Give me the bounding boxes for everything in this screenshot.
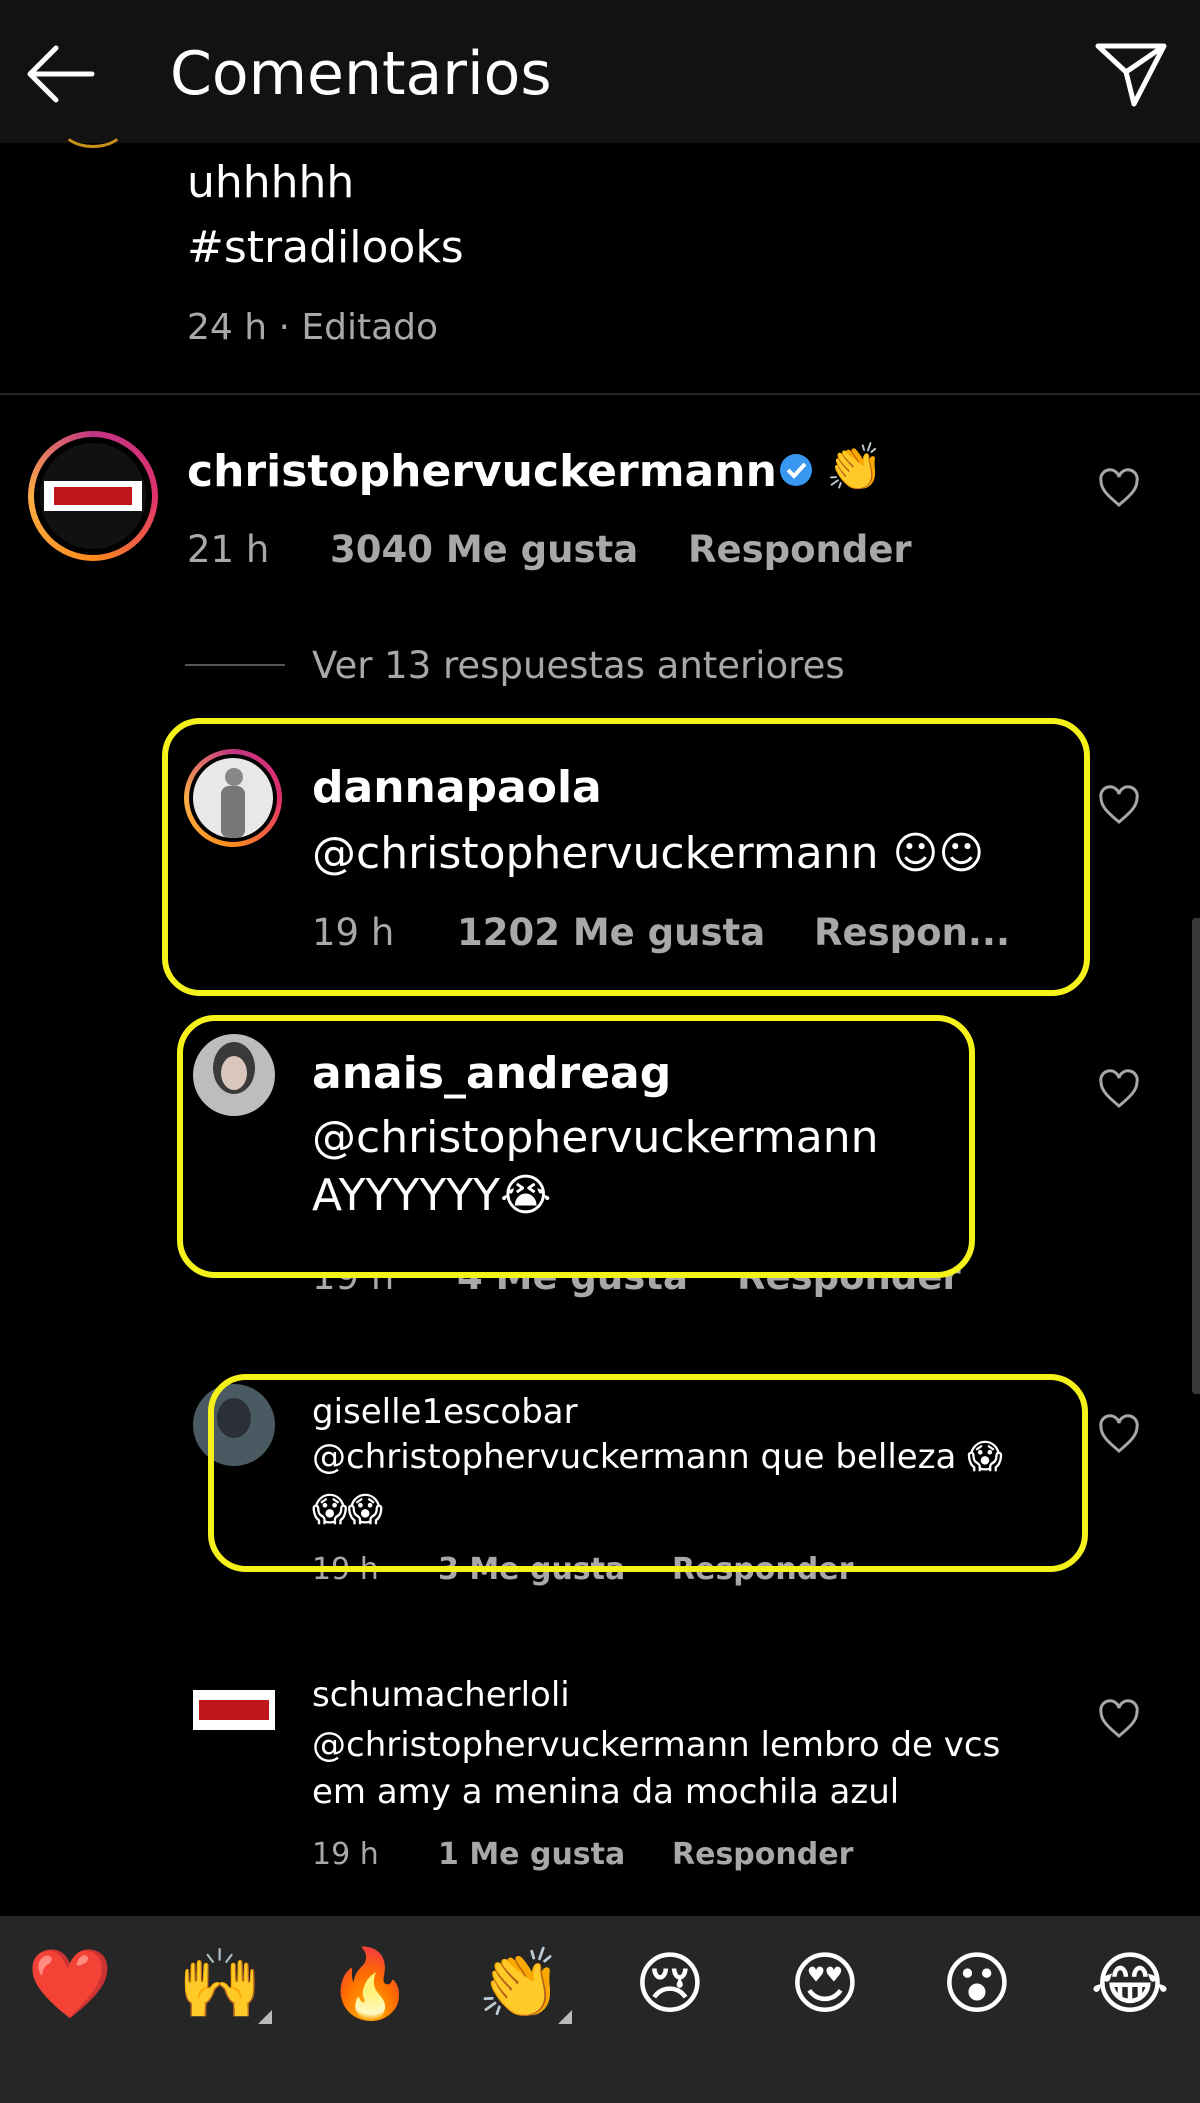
direct-message-send-icon[interactable]	[1090, 36, 1170, 112]
avatar[interactable]	[193, 1690, 275, 1730]
like-heart-icon[interactable]	[1097, 1698, 1141, 1742]
heart-emoji-button[interactable]: ❤️	[15, 1940, 125, 2030]
caption-hashtag[interactable]: #stradilooks	[187, 222, 464, 273]
like-heart-icon[interactable]	[1097, 784, 1141, 828]
caption-meta: 24 h · Editado	[187, 307, 439, 348]
caption-text-line: uhhhhh	[187, 157, 355, 208]
comment-likes[interactable]: 3040 Me gusta	[330, 528, 638, 571]
avatar	[40, 443, 146, 549]
back-arrow-icon[interactable]	[22, 38, 102, 110]
page-title: Comentarios	[170, 39, 552, 109]
avatar[interactable]	[193, 1034, 275, 1116]
avatar-story-ring[interactable]	[28, 431, 158, 561]
view-previous-replies[interactable]: Ver 13 respuestas anteriores	[312, 644, 845, 687]
replies-divider-line	[185, 664, 285, 666]
crying-emoji-button[interactable]: 😢	[615, 1940, 725, 2030]
heart-eyes-emoji-button[interactable]: 😍	[770, 1940, 880, 2030]
verified-badge-icon	[778, 452, 814, 488]
comment-time: 21 h	[187, 528, 270, 571]
reply-time: 19 h	[312, 1837, 379, 1872]
comment-username[interactable]: christophervuckermann	[187, 446, 777, 497]
scrollbar[interactable]	[1192, 918, 1200, 1394]
caption-avatar-partial	[60, 105, 126, 148]
reply-button[interactable]: Responder	[672, 1837, 853, 1872]
laughing-emoji-button[interactable]: 😂	[1075, 1940, 1185, 2030]
skin-tone-indicator-icon	[258, 2010, 272, 2024]
like-heart-icon[interactable]	[1097, 1068, 1141, 1112]
like-heart-icon[interactable]	[1097, 467, 1141, 511]
reply-text: em amy a menina da mochila azul	[312, 1772, 900, 1812]
skin-tone-indicator-icon	[558, 2010, 572, 2024]
highlight-box	[208, 1374, 1088, 1572]
reply-text: AYYYYYY😭	[312, 1170, 552, 1221]
highlight-box	[162, 718, 1090, 996]
fire-emoji-button[interactable]: 🔥	[315, 1940, 425, 2030]
comment-emoji: 👏	[826, 440, 884, 494]
like-heart-icon[interactable]	[1097, 1413, 1141, 1457]
reply-likes[interactable]: 1 Me gusta	[438, 1837, 625, 1872]
reply-text: @christophervuckermann lembro de vcs	[312, 1725, 1001, 1765]
reply-username[interactable]: schumacherloli	[312, 1675, 570, 1715]
divider	[0, 393, 1200, 395]
surprised-emoji-button[interactable]: 😮	[922, 1940, 1032, 2030]
reply-username[interactable]: anais_andreag	[312, 1048, 671, 1099]
reply-text: @christophervuckermann	[312, 1112, 879, 1163]
reply-button[interactable]: Responder	[688, 528, 912, 571]
